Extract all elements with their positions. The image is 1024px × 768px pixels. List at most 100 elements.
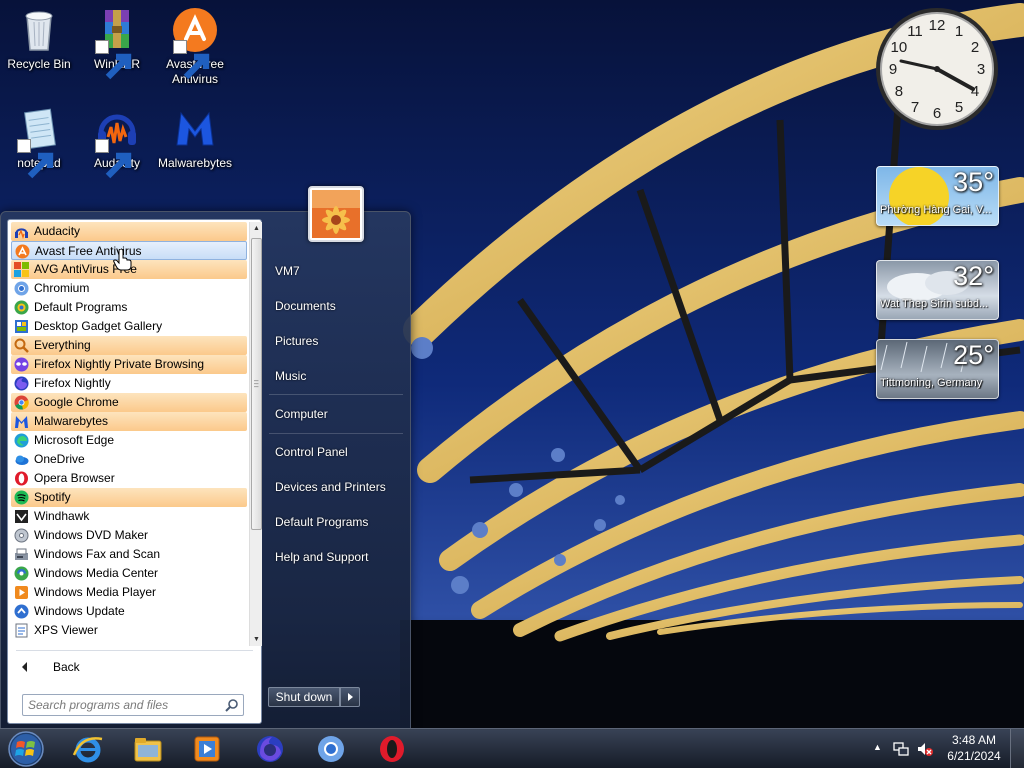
taskbar-internet-explorer[interactable] [61,732,115,766]
program-chromium[interactable]: Chromium [11,279,247,298]
search-icon [225,699,238,712]
show-desktop-button[interactable] [1010,729,1024,768]
program-label: Firefox Nightly Private Browsing [34,357,205,371]
weather-location: Wat Thep Sirin subd... [880,298,989,310]
programs-scrollbar[interactable]: ▲ ‒ ‒ ‒ ▼ [249,222,262,646]
start-right-item-vm7[interactable]: VM7 [269,259,404,283]
flower-avatar-icon [312,190,360,238]
avast-icon [15,244,30,259]
network-icon[interactable] [892,740,910,758]
default-programs-icon [14,300,29,315]
desktop-icon-avast[interactable]: Avast Free Antivirus [157,6,233,87]
desktop-icon-winrar[interactable]: WinRAR [79,6,155,80]
program-label: Microsoft Edge [34,433,115,447]
program-windows-fax-and-scan[interactable]: Windows Fax and Scan [11,545,247,564]
start-right-item-computer[interactable]: Computer [269,402,404,426]
clock-gadget[interactable]: 12 12 3 45678 9 1011 [874,6,1000,132]
chromium-icon [14,281,29,296]
scroll-up-arrow-icon[interactable]: ▲ [250,222,263,235]
program-spotify[interactable]: Spotify [11,488,247,507]
start-right-item-help-and-support[interactable]: Help and Support [269,545,404,569]
clock-number: 6 [933,105,941,122]
start-right-item-pictures[interactable]: Pictures [269,329,404,353]
program-firefox-nightly[interactable]: Firefox Nightly [11,374,247,393]
taskbar-firefox[interactable] [243,732,297,766]
scroll-thumb[interactable]: ‒ ‒ ‒ [251,238,262,530]
clock-number: 11 [907,23,923,40]
program-label: Google Chrome [34,395,119,409]
recycle-bin-icon [15,6,63,54]
program-windows-media-player[interactable]: Windows Media Player [11,583,247,602]
clock-number: 4 [971,83,979,100]
program-desktop-gadget-gallery[interactable]: Desktop Gadget Gallery [11,317,247,336]
program-windhawk[interactable]: Windhawk [11,507,247,526]
desktop-icon-recycle-bin[interactable]: Recycle Bin [1,6,77,72]
start-right-item-devices-and-printers[interactable]: Devices and Printers [269,475,404,499]
chrome-icon [14,395,29,410]
start-right-item-control-panel[interactable]: Control Panel [269,440,404,464]
program-xps-viewer[interactable]: XPS Viewer [11,621,247,640]
volume-muted-icon[interactable] [916,740,934,758]
desktop-icon-malwarebytes[interactable]: Malwarebytes [157,105,233,171]
program-malwarebytes[interactable]: Malwarebytes [11,412,247,431]
xps-viewer-icon [14,623,29,638]
spotify-icon [14,490,29,505]
dvd-maker-icon [14,528,29,543]
program-windows-update[interactable]: Windows Update [11,602,247,621]
program-label: Malwarebytes [34,414,109,428]
all-programs-list: Audacity Avast Free Antivirus AVG AntiViru… [11,222,247,646]
desktop-icon-audacity[interactable]: Audacity [79,105,155,179]
user-account-picture[interactable] [308,186,364,242]
program-google-chrome[interactable]: Google Chrome [11,393,247,412]
weather-gadget-2[interactable]: 32° Wat Thep Sirin subd... [876,260,999,320]
back-button[interactable]: Back [18,656,218,678]
program-windows-media-center[interactable]: Windows Media Center [11,564,247,583]
program-onedrive[interactable]: OneDrive [11,450,247,469]
show-hidden-icons-chevron-icon[interactable]: ▲ [873,742,882,752]
desktop-icon-notepad[interactable]: notepad [1,105,77,179]
start-button-windows-orb-icon[interactable] [5,730,47,768]
shut-down-options-arrow-icon[interactable] [340,687,360,707]
taskbar-opera[interactable] [365,732,419,766]
taskbar-time: 3:48 AM [951,733,997,747]
search-programs-input[interactable]: Search programs and files [22,694,244,716]
weather-location: Tittmoning, Germany [880,377,983,389]
search-placeholder: Search programs and files [28,698,169,712]
taskbar-file-explorer[interactable] [121,732,175,766]
scroll-down-arrow-icon[interactable]: ▼ [250,633,263,646]
taskbar-media-player[interactable] [180,732,234,766]
start-right-item-default-programs[interactable]: Default Programs [269,510,404,534]
program-label: Default Programs [34,300,128,314]
program-everything[interactable]: Everything [11,336,247,355]
program-microsoft-edge[interactable]: Microsoft Edge [11,431,247,450]
firefox-nightly-icon [14,376,29,391]
program-firefox-nightly-private-browsing[interactable]: Firefox Nightly Private Browsing [11,355,247,374]
taskbar-chromium[interactable] [304,732,358,766]
divider [16,650,253,651]
clock-number: 5 [955,99,963,116]
system-tray: ▲ 3:48 AM 6/21/2024 [868,729,1024,768]
start-right-item-documents[interactable]: Documents [269,294,404,318]
clock-number: 12 [929,17,946,34]
opera-icon [14,471,29,486]
file-explorer-icon [134,738,162,762]
clock-number: 9 [889,61,897,78]
avg-icon [14,262,29,277]
taskbar-date: 6/21/2024 [947,749,1001,763]
taskbar-clock[interactable]: 3:48 AM 6/21/2024 [944,732,1004,764]
program-label: Chromium [34,281,90,295]
weather-gadget-1[interactable]: 35° Phường Hàng Gai, V... [876,166,999,226]
weather-gadget-3[interactable]: 25° Tittmoning, Germany [876,339,999,399]
winrar-icon [93,6,141,80]
shut-down-button[interactable]: Shut down [268,687,340,707]
program-windows-dvd-maker[interactable]: Windows DVD Maker [11,526,247,545]
start-menu: Audacity Avast Free Antivirus AVG AntiViru… [0,211,411,729]
weather-location: Phường Hàng Gai, V... [880,204,992,216]
program-audacity[interactable]: Audacity [11,222,247,241]
program-opera-browser[interactable]: Opera Browser [11,469,247,488]
program-label: Windows DVD Maker [34,528,149,542]
program-default-programs[interactable]: Default Programs [11,298,247,317]
program-label: Windows Update [34,604,125,618]
start-right-item-music[interactable]: Music [269,364,404,388]
opera-icon [380,736,404,762]
